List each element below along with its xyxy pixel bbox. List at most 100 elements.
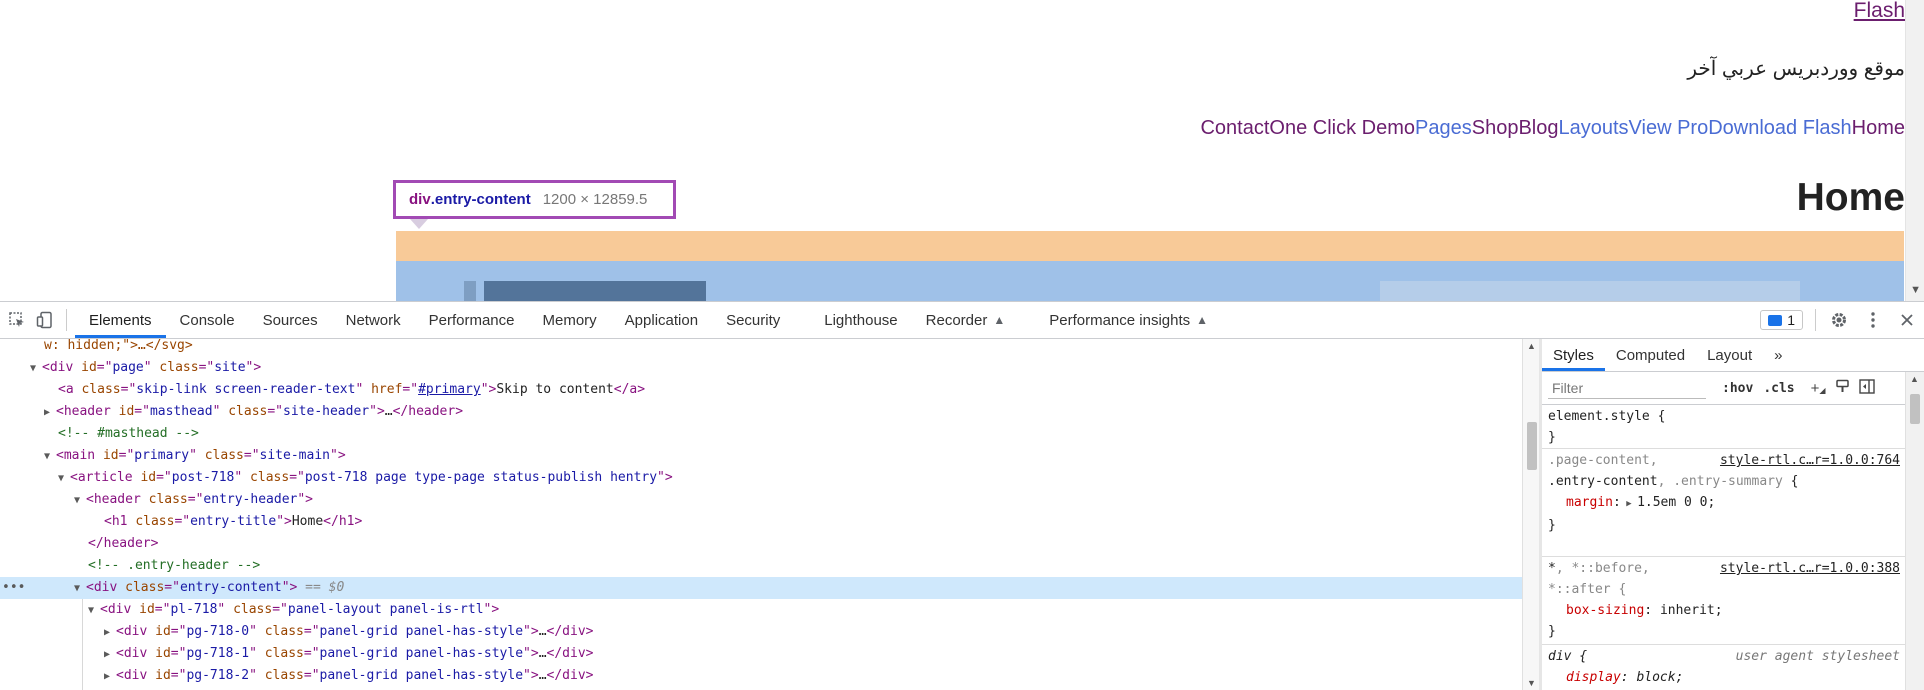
tab-console[interactable]: Console — [166, 302, 249, 338]
dom-line[interactable]: w: hidden;">…</svg> — [0, 339, 1520, 357]
tab-security[interactable]: Security — [712, 302, 810, 338]
dom-node-main-primary[interactable]: ▼ <main id="primary" class="site-main"> — [0, 445, 1522, 467]
collapsed-triangle-icon[interactable]: ▶ — [104, 644, 116, 666]
css-property-name[interactable]: display — [1566, 670, 1621, 685]
devtools-toolbar-right: 1 — [1760, 302, 1918, 338]
collapsed-triangle-icon[interactable]: ▶ — [104, 666, 116, 688]
scroll-thumb[interactable] — [1527, 422, 1537, 470]
tab-lighthouse[interactable]: Lighthouse — [810, 302, 911, 338]
menu-item-one-click-demo[interactable]: One Click Demo — [1269, 117, 1415, 140]
menu-item-blog[interactable]: Blog — [1518, 117, 1558, 140]
styles-tab-computed[interactable]: Computed — [1605, 339, 1696, 371]
inspect-tooltip: div.entry-content 1200 × 12859.5 — [393, 180, 676, 219]
dom-node-entry-header[interactable]: ▼ <header class="entry-header"> — [0, 489, 1522, 511]
dom-node-header-masthead[interactable]: ▶ <header id="masthead" class="site-heade… — [0, 401, 1522, 423]
hov-toggle[interactable]: :hov — [1722, 381, 1753, 396]
dom-comment[interactable]: <!-- .entry-header --> — [0, 555, 1522, 577]
elements-dom-tree[interactable]: w: hidden;">…</svg> ▼ <div id="page" clas… — [0, 339, 1522, 690]
styles-sidebar: StylesComputedLayout» :hov .cls +◢ eleme… — [1542, 339, 1924, 690]
dom-node-panel-layout[interactable]: ▼ <div id="pl-718" class="panel-layout pa… — [0, 599, 1522, 621]
tab-performance[interactable]: Performance — [415, 302, 529, 338]
primary-menu: Contact One Click Demo Pages Shop Blog Layout… — [1200, 117, 1905, 140]
dom-node-skip-link[interactable]: <a class="skip-link screen-reader-text" … — [0, 379, 1522, 401]
site-title-link[interactable]: Flash — [1854, 0, 1905, 23]
scroll-up-arrow-icon[interactable]: ▲ — [1527, 341, 1536, 351]
dom-node-div-page[interactable]: ▼ <div id="page" class="site"> — [0, 357, 1522, 379]
dom-node-panel-grid-2[interactable]: ▶ <div id="pg-718-2" class="panel-grid pa… — [0, 665, 1522, 687]
paint-icon[interactable] — [1835, 379, 1850, 398]
menu-item-download-flash[interactable]: Download Flash — [1708, 117, 1851, 140]
style-rule-universal[interactable]: *, *::before, style-rtl.c…r=1.0.0:388 *::… — [1542, 557, 1906, 645]
css-property-value[interactable]: inherit; — [1660, 603, 1723, 618]
toolbar-separator — [66, 309, 67, 331]
collapsed-triangle-icon[interactable]: ▶ — [44, 402, 56, 424]
styles-filter-input[interactable] — [1548, 377, 1706, 399]
menu-item-contact[interactable]: Contact — [1200, 117, 1269, 140]
scroll-down-arrow-icon[interactable]: ▼ — [1910, 284, 1921, 296]
menu-item-pages[interactable]: Pages — [1415, 117, 1472, 140]
dom-node-article[interactable]: ▼ <article id="post-718" class="post-718 … — [0, 467, 1522, 489]
expanded-triangle-icon[interactable]: ▼ — [30, 358, 42, 380]
stylesheet-source-link[interactable]: style-rtl.c…r=1.0.0:388 — [1720, 558, 1900, 579]
toolbar-separator — [1815, 309, 1816, 331]
stylesheet-source-link[interactable]: style-rtl.c…r=1.0.0:764 — [1720, 450, 1900, 471]
page-scrollbar[interactable]: ▼ — [1905, 0, 1924, 301]
collapsed-triangle-icon[interactable]: ▶ — [104, 622, 116, 644]
expanded-triangle-icon[interactable]: ▼ — [44, 446, 56, 468]
inspect-element-icon[interactable] — [6, 309, 28, 331]
expanded-triangle-icon[interactable]: ▼ — [88, 600, 100, 622]
styles-tabs: Styles Computed Layout» — [1542, 339, 1924, 372]
issues-badge[interactable]: 1 — [1760, 310, 1803, 330]
style-rule-user-agent[interactable]: div {user agent stylesheet display: bloc… — [1542, 645, 1906, 690]
css-property-value[interactable]: block; — [1636, 670, 1683, 685]
more-dots-icon[interactable]: ••• — [2, 577, 25, 599]
expand-triangle-icon[interactable]: ▶ — [1621, 499, 1637, 509]
scroll-thumb[interactable] — [1910, 394, 1920, 424]
tab-application[interactable]: Application — [611, 302, 712, 338]
gear-icon[interactable] — [1828, 309, 1850, 331]
dom-node-h1[interactable]: <h1 class="entry-title">Home</h1> — [0, 511, 1522, 533]
add-rule-icon[interactable]: +◢ — [1811, 380, 1826, 397]
menu-item-home[interactable]: Home — [1852, 117, 1905, 140]
scroll-down-arrow-icon[interactable]: ▼ — [1527, 678, 1536, 688]
tab-performance-insights[interactable]: Performance insights ▲ — [1035, 302, 1222, 338]
css-property-name[interactable]: box-sizing — [1566, 603, 1644, 618]
close-icon[interactable] — [1896, 309, 1918, 331]
dom-node-panel-grid-1[interactable]: ▶ <div id="pg-718-1" class="panel-grid pa… — [0, 643, 1522, 665]
more-tabs-chevron-icon[interactable]: » — [1763, 339, 1793, 371]
expanded-triangle-icon[interactable]: ▼ — [58, 468, 70, 490]
expanded-triangle-icon[interactable]: ▼ — [74, 490, 86, 512]
style-rule-element[interactable]: element.style { } — [1542, 405, 1906, 449]
toggle-sidebar-icon[interactable] — [1858, 378, 1875, 398]
styles-tab-styles[interactable]: Styles — [1542, 339, 1605, 371]
styles-scrollbar[interactable]: ▲ — [1905, 372, 1924, 690]
dom-comment[interactable]: <!-- #masthead --> — [0, 423, 1522, 445]
href-link[interactable]: #primary — [418, 382, 481, 397]
styles-tab-layout[interactable]: Layout — [1696, 339, 1763, 371]
menu-item-view-pro[interactable]: View Pro — [1629, 117, 1709, 140]
css-property-value[interactable]: 1.5em 0 0; — [1637, 495, 1715, 510]
expanded-triangle-icon[interactable]: ▼ — [74, 578, 86, 600]
menu-item-shop[interactable]: Shop — [1472, 117, 1519, 140]
tooltip-arrow — [410, 219, 428, 229]
kebab-menu-icon[interactable] — [1862, 309, 1884, 331]
tab-sources[interactable]: Sources — [249, 302, 332, 338]
tab-recorder[interactable]: Recorder ▲ — [912, 302, 1036, 338]
elements-scrollbar[interactable]: ▲ ▼ — [1522, 339, 1540, 690]
device-toolbar-icon[interactable] — [34, 309, 56, 331]
site-description: موقع ووردبريس عربي آخر — [1687, 58, 1905, 80]
menu-item-layouts[interactable]: Layouts — [1558, 117, 1628, 140]
scroll-up-arrow-icon[interactable]: ▲ — [1910, 374, 1919, 384]
hero-image-part — [464, 281, 476, 301]
tab-network[interactable]: Network — [332, 302, 415, 338]
style-rule-page-content[interactable]: .page-content, style-rtl.c…r=1.0.0:764 .e… — [1542, 449, 1906, 557]
dom-node-entry-content-selected[interactable]: ••• ▼ <div class="entry-content"> == $0 — [0, 577, 1522, 599]
dom-node-panel-grid-0[interactable]: ▶ <div id="pg-718-0" class="panel-grid pa… — [0, 621, 1522, 643]
cls-toggle[interactable]: .cls — [1763, 381, 1794, 396]
css-property-name[interactable]: margin — [1566, 495, 1613, 510]
dom-node-header-close[interactable]: </header> — [0, 533, 1522, 555]
tab-memory[interactable]: Memory — [529, 302, 611, 338]
entry-title: Home — [1796, 176, 1905, 219]
tab-elements[interactable]: Elements — [75, 302, 166, 338]
tooltip-dimensions: 1200 × 12859.5 — [542, 191, 648, 208]
